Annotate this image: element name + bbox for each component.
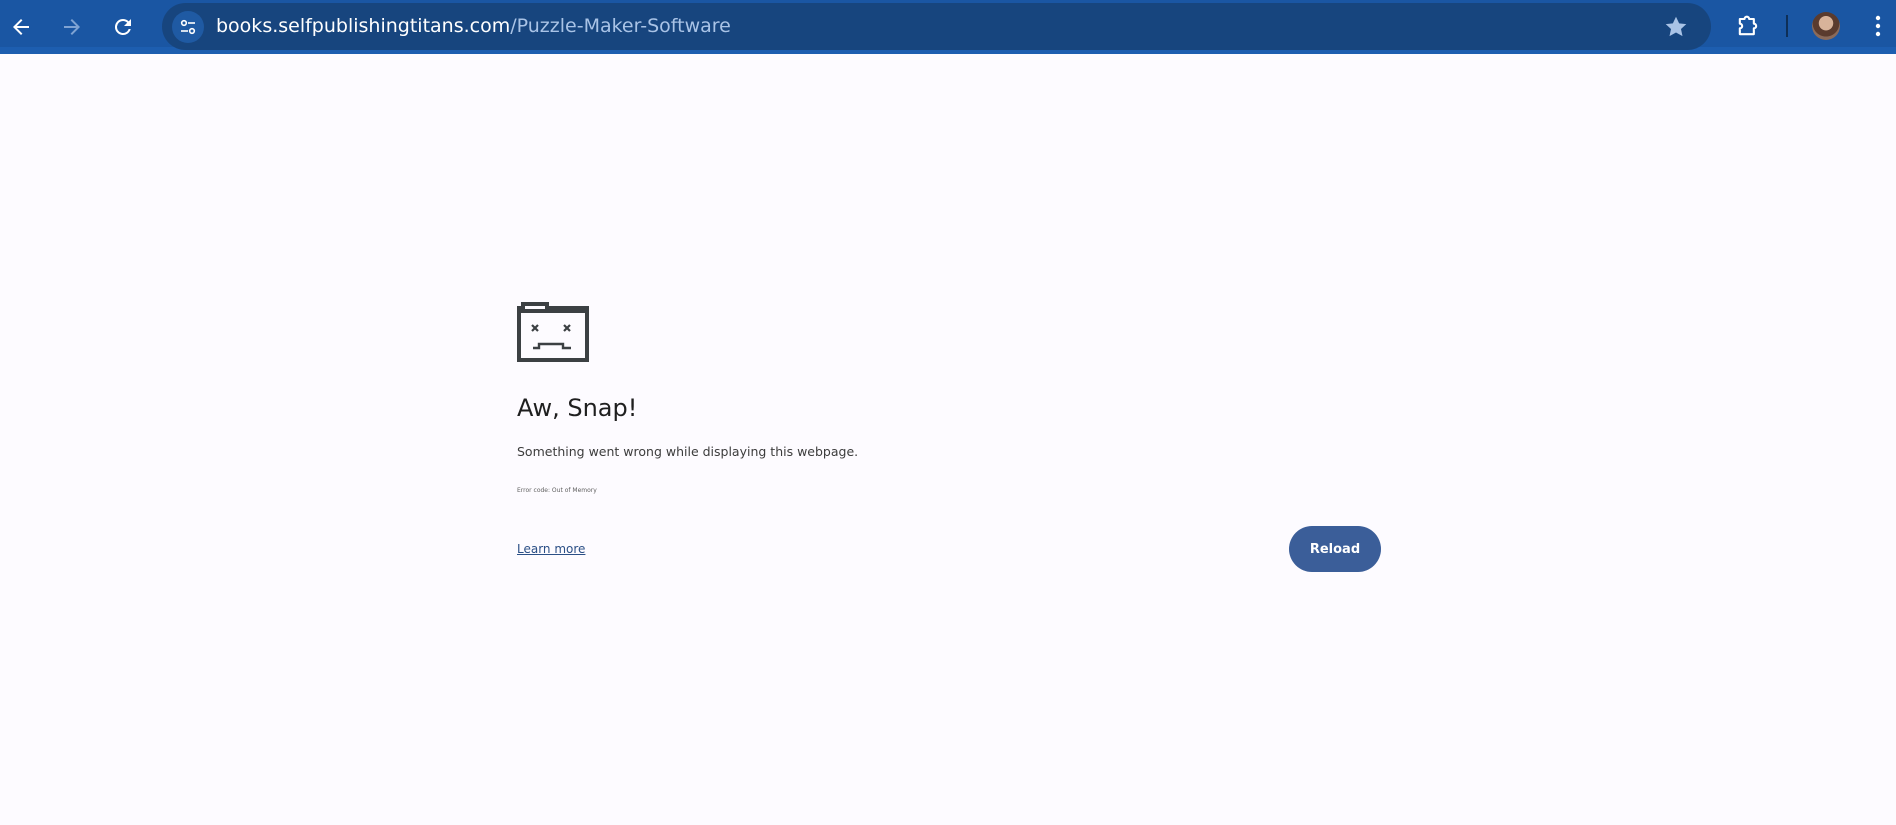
avatar[interactable]	[1812, 12, 1840, 40]
url-path: /Puzzle-Maker-Software	[510, 15, 731, 37]
error-page: Aw, Snap! Something went wrong while dis…	[517, 302, 1381, 572]
url-text[interactable]: books.selfpublishingtitans.com/Puzzle-Ma…	[216, 15, 731, 38]
browser-toolbar: books.selfpublishingtitans.com/Puzzle-Ma…	[0, 0, 1896, 54]
three-dots-icon[interactable]	[1866, 12, 1890, 40]
learn-more-link[interactable]: Learn more	[517, 542, 585, 556]
arrow-left-icon	[13, 19, 29, 35]
reload-toolbar-button[interactable]	[107, 11, 139, 43]
error-message: Something went wrong while displaying th…	[517, 444, 859, 459]
back-button[interactable]	[5, 11, 37, 43]
sad-tab-icon	[517, 302, 589, 362]
puzzle-piece-icon[interactable]	[1734, 12, 1762, 40]
reload-button[interactable]: Reload	[1289, 526, 1381, 572]
reload-icon	[114, 18, 131, 35]
error-code: Error code: Out of Memory	[517, 487, 597, 494]
tune-icon	[180, 19, 196, 35]
toolbar-divider	[1786, 15, 1788, 37]
arrow-right-icon	[64, 19, 80, 35]
url-host: books.selfpublishingtitans.com	[216, 15, 511, 37]
site-info-button[interactable]	[172, 11, 204, 43]
forward-button[interactable]	[56, 11, 88, 43]
address-bar[interactable]: books.selfpublishingtitans.com/Puzzle-Ma…	[162, 3, 1711, 50]
error-title: Aw, Snap!	[517, 394, 638, 422]
star-icon[interactable]	[1663, 14, 1689, 40]
